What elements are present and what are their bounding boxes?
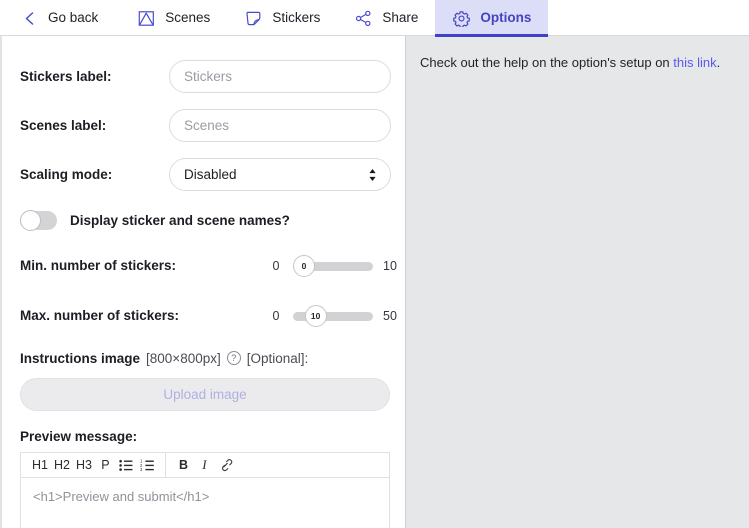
tab-stickers[interactable]: Stickers	[227, 0, 337, 36]
gear-icon	[452, 9, 471, 28]
max-stickers-range-min: 0	[272, 309, 280, 323]
stickers-label-field-wrap	[169, 60, 391, 93]
stickers-label-input[interactable]	[169, 60, 391, 93]
chevron-left-icon	[20, 9, 39, 28]
sticker-icon	[244, 9, 263, 28]
toggle-knob	[20, 209, 41, 231]
link-icon[interactable]	[215, 453, 236, 477]
max-stickers-range-max: 50	[383, 309, 397, 323]
instructions-image-label: Instructions image	[20, 350, 141, 366]
field-row-scenes-label: Scenes label:	[20, 101, 391, 150]
min-stickers-slider[interactable]: 0	[293, 255, 373, 277]
upload-image-button[interactable]: Upload image	[20, 378, 390, 411]
options-screen: Go back Scenes Stickers Share Options St…	[0, 0, 749, 528]
help-panel: Check out the help on the option's setup…	[405, 36, 749, 528]
paragraph-button[interactable]: P	[95, 453, 116, 477]
max-stickers-slider[interactable]: 10	[293, 305, 373, 327]
min-stickers-range-min: 0	[272, 259, 280, 273]
field-row-max-stickers: Max. number of stickers: 0 10 50	[20, 291, 397, 341]
scaling-mode-caption: Scaling mode:	[20, 166, 113, 182]
options-form-panel: Stickers label: Scenes label: Scaling mo…	[0, 36, 404, 528]
svg-text:3: 3	[140, 467, 143, 472]
preview-message-label: Preview message:	[20, 429, 138, 444]
scaling-mode-field-wrap: Disabled	[169, 158, 391, 191]
field-row-min-stickers: Min. number of stickers: 0 0 10	[20, 241, 397, 291]
bold-button[interactable]: B	[173, 453, 194, 477]
heading-2-button[interactable]: H2	[51, 453, 73, 477]
help-text-before: Check out the help on the option's setup…	[420, 55, 674, 70]
tab-share-label: Share	[382, 10, 419, 26]
display-names-toggle[interactable]	[20, 209, 57, 231]
question-circle-icon[interactable]: ?	[226, 351, 241, 365]
field-row-scaling-mode: Scaling mode: Disabled	[20, 150, 391, 199]
bullet-list-icon[interactable]	[116, 453, 137, 477]
preview-message-textarea[interactable]: <h1>Preview and submit</h1>	[21, 478, 389, 528]
editor-toolbar: H1 H2 H3 P 1 2 3 B I	[21, 452, 389, 478]
help-text-after: .	[716, 55, 721, 70]
scenes-label-input[interactable]	[169, 109, 391, 142]
tab-go-back-label: Go back	[48, 10, 99, 26]
tab-scenes-label: Scenes	[165, 10, 211, 26]
instructions-image-dimensions: [800×800px]	[146, 350, 221, 366]
options-form: Stickers label: Scenes label: Scaling mo…	[2, 36, 404, 528]
max-stickers-caption: Max. number of stickers:	[20, 308, 180, 324]
heading-1-button[interactable]: H1	[29, 453, 51, 477]
tab-share[interactable]: Share	[337, 0, 435, 36]
scenes-label-caption: Scenes label:	[20, 117, 107, 133]
help-link[interactable]: this link	[673, 55, 716, 70]
help-panel-text: Check out the help on the option's setup…	[420, 54, 735, 73]
heading-3-button[interactable]: H3	[73, 453, 95, 477]
italic-button[interactable]: I	[194, 453, 215, 477]
display-names-label: Display sticker and scene names?	[70, 212, 290, 228]
tab-options-label: Options	[480, 10, 532, 26]
numbered-list-icon[interactable]: 1 2 3	[137, 453, 158, 477]
scenes-label-field-wrap	[169, 109, 391, 142]
instructions-image-optional: [Optional]:	[246, 350, 309, 366]
tab-options[interactable]: Options	[435, 0, 549, 37]
instructions-image-header: Instructions image [800×800px] ? [Option…	[20, 347, 390, 369]
field-row-display-names: Display sticker and scene names?	[20, 199, 390, 241]
share-nodes-icon	[354, 9, 373, 28]
tab-scenes[interactable]: Scenes	[120, 0, 227, 36]
tab-go-back[interactable]: Go back	[0, 0, 120, 36]
top-tab-bar: Go back Scenes Stickers Share Options	[0, 0, 749, 37]
field-row-stickers-label: Stickers label:	[20, 52, 391, 101]
stickers-label-caption: Stickers label:	[20, 68, 112, 84]
max-stickers-thumb[interactable]: 10	[304, 305, 327, 327]
min-stickers-range-max: 10	[383, 259, 397, 273]
scaling-mode-select[interactable]: Disabled	[169, 158, 391, 191]
preview-message-editor: H1 H2 H3 P 1 2 3 B I <h1>Preview and sub…	[20, 452, 390, 528]
toolbar-divider	[164, 452, 166, 478]
image-frame-icon	[137, 9, 156, 28]
tab-stickers-label: Stickers	[272, 10, 321, 26]
min-stickers-thumb[interactable]: 0	[293, 255, 315, 277]
min-stickers-caption: Min. number of stickers:	[20, 258, 177, 274]
